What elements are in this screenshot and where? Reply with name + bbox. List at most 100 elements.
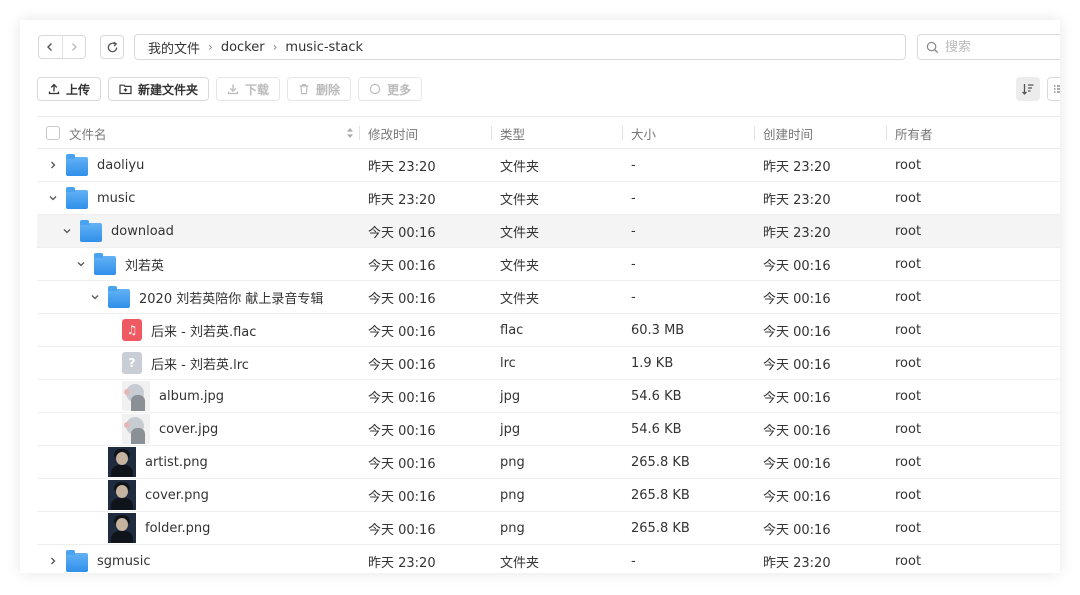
owner: root <box>895 553 922 569</box>
owner: root <box>895 454 922 470</box>
owner: root <box>895 388 922 404</box>
search-input[interactable] <box>945 39 1055 55</box>
modified-time: 今天 00:16 <box>368 225 436 241</box>
file-name[interactable]: sgmusic <box>97 545 150 573</box>
table-row[interactable]: daoliyu 昨天 23:20 文件夹 - 昨天 23:20 root <box>37 149 1060 182</box>
column-divider[interactable] <box>886 126 887 140</box>
column-divider[interactable] <box>754 126 755 140</box>
forward-button[interactable] <box>61 36 86 58</box>
more-label: 更多 <box>387 82 412 97</box>
sort-arrows-icon[interactable] <box>346 117 354 149</box>
column-created-label: 创建时间 <box>763 126 814 142</box>
toolbar: 上传 新建文件夹 下载 删除 更多 <box>37 77 423 101</box>
table-row[interactable]: 2020 刘若英陪你 献上录音专辑 今天 00:16 文件夹 - 今天 00:16 roo… <box>37 281 1060 314</box>
folder-plus-icon <box>119 83 132 95</box>
expand-toggle[interactable] <box>47 545 59 573</box>
breadcrumb-item[interactable]: 我的文件 <box>148 38 200 57</box>
file-name[interactable]: 后来 - 刘若英.flac <box>151 314 256 346</box>
file-size: - <box>631 256 636 272</box>
file-name[interactable]: download <box>111 215 174 247</box>
modified-time: 今天 00:16 <box>368 324 436 340</box>
file-name[interactable]: album.jpg <box>159 380 224 412</box>
column-name-label: 文件名 <box>69 126 107 142</box>
table-row[interactable]: music 昨天 23:20 文件夹 - 昨天 23:20 root <box>37 182 1060 215</box>
file-icon-wrap <box>94 253 116 275</box>
table-row[interactable]: sgmusic 昨天 23:20 文件夹 - 昨天 23:20 root <box>37 545 1060 573</box>
image-thumbnail-icon <box>108 480 136 510</box>
file-name[interactable]: artist.png <box>145 446 208 478</box>
file-size: 54.6 KB <box>631 421 682 437</box>
new-folder-button[interactable]: 新建文件夹 <box>108 77 210 101</box>
column-header-modified[interactable]: 修改时间 <box>368 117 418 149</box>
file-name[interactable]: daoliyu <box>97 149 144 181</box>
select-all-checkbox[interactable] <box>46 117 60 149</box>
file-name[interactable]: 2020 刘若英陪你 献上录音专辑 <box>139 281 323 313</box>
folder-icon <box>94 253 116 275</box>
file-name[interactable]: cover.png <box>145 479 209 511</box>
created-time: 今天 00:16 <box>763 489 831 505</box>
owner: root <box>895 223 922 239</box>
table-row[interactable]: folder.png 今天 00:16 png 265.8 KB 今天 00:16 roo… <box>37 512 1060 545</box>
upload-label: 上传 <box>66 82 91 97</box>
created-time: 昨天 23:20 <box>763 159 831 175</box>
file-size: 265.8 KB <box>631 487 690 503</box>
download-button[interactable]: 下载 <box>216 77 281 101</box>
expand-toggle[interactable] <box>61 215 73 247</box>
back-button[interactable] <box>39 36 62 58</box>
sort-icon <box>1022 84 1034 95</box>
file-type: 文件夹 <box>500 159 540 175</box>
file-icon-wrap <box>122 414 150 444</box>
expand-toggle[interactable] <box>89 281 101 313</box>
file-name[interactable]: cover.jpg <box>159 413 218 445</box>
table-row[interactable]: ? 后来 - 刘若英.lrc 今天 00:16 lrc 1.9 KB 今天 00:16 ro… <box>37 347 1060 380</box>
expand-toggle[interactable] <box>47 149 59 181</box>
file-size: 265.8 KB <box>631 520 690 536</box>
owner: root <box>895 157 922 173</box>
column-divider[interactable] <box>622 126 623 140</box>
modified-time: 今天 00:16 <box>368 423 436 439</box>
file-name[interactable]: 后来 - 刘若英.lrc <box>151 347 249 379</box>
column-header-owner[interactable]: 所有者 <box>895 117 933 149</box>
table-row[interactable]: cover.jpg 今天 00:16 jpg 54.6 KB 今天 00:16 root <box>37 413 1060 446</box>
table-row[interactable]: album.jpg 今天 00:16 jpg 54.6 KB 今天 00:16 root <box>37 380 1060 413</box>
table-row[interactable]: 刘若英 今天 00:16 文件夹 - 今天 00:16 root <box>37 248 1060 281</box>
file-name[interactable]: music <box>97 182 135 214</box>
table-row[interactable]: download 今天 00:16 文件夹 - 昨天 23:20 root <box>37 215 1060 248</box>
column-header-created[interactable]: 创建时间 <box>763 117 813 149</box>
folder-icon <box>108 286 130 308</box>
more-button[interactable]: 更多 <box>358 77 423 101</box>
breadcrumb-item[interactable]: music-stack <box>285 40 363 55</box>
column-header-type[interactable]: 类型 <box>500 117 525 149</box>
file-type: 文件夹 <box>500 225 540 241</box>
table-row[interactable]: ♫ 后来 - 刘若英.flac 今天 00:16 flac 60.3 MB 今天 00:1… <box>37 314 1060 347</box>
new-folder-label: 新建文件夹 <box>138 82 199 97</box>
file-type: 文件夹 <box>500 258 540 274</box>
column-header-name[interactable]: 文件名 <box>69 117 107 149</box>
expand-toggle[interactable] <box>75 248 87 280</box>
history-nav-group <box>38 35 86 59</box>
column-divider[interactable] <box>359 126 360 140</box>
checkbox[interactable] <box>46 126 60 140</box>
file-size: - <box>631 223 636 239</box>
upload-icon <box>48 83 60 95</box>
sort-button[interactable] <box>1016 77 1040 101</box>
file-name[interactable]: folder.png <box>145 512 210 544</box>
owner: root <box>895 256 922 272</box>
created-time: 今天 00:16 <box>763 423 831 439</box>
upload-button[interactable]: 上传 <box>37 77 102 101</box>
modified-time: 今天 00:16 <box>368 489 436 505</box>
file-size: - <box>631 157 636 173</box>
expand-toggle[interactable] <box>47 182 59 214</box>
refresh-button[interactable] <box>100 35 124 59</box>
breadcrumb-item[interactable]: docker <box>221 40 265 55</box>
table-row[interactable]: cover.png 今天 00:16 png 265.8 KB 今天 00:16 root <box>37 479 1060 512</box>
audio-file-icon: ♫ <box>122 319 142 341</box>
view-toggle-button[interactable] <box>1047 77 1060 101</box>
delete-button[interactable]: 删除 <box>287 77 352 101</box>
column-divider[interactable] <box>491 126 492 140</box>
column-header-size[interactable]: 大小 <box>631 117 656 149</box>
created-time: 昨天 23:20 <box>763 555 831 571</box>
file-name[interactable]: 刘若英 <box>125 248 164 280</box>
table-row[interactable]: artist.png 今天 00:16 png 265.8 KB 今天 00:16 roo… <box>37 446 1060 479</box>
image-thumbnail-icon <box>108 513 136 543</box>
